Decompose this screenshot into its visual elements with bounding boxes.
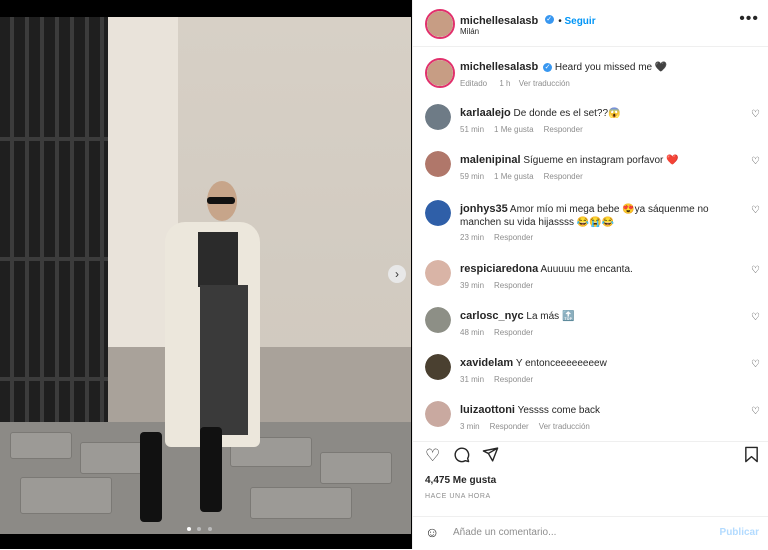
- comment-text: Y entonceeeeeeeew: [515, 358, 607, 369]
- verified-badge-icon: ✓: [544, 15, 554, 25]
- avatar-fill: [425, 307, 451, 333]
- comment-time: 39 min: [460, 281, 485, 290]
- carousel-dot: [207, 527, 212, 531]
- post-media-panel: ›: [0, 0, 412, 549]
- commenter-avatar[interactable]: [425, 104, 451, 130]
- boot-right: [200, 427, 222, 512]
- caption-edited: Editado: [460, 79, 488, 88]
- carousel-dot-active: [187, 527, 191, 531]
- add-comment-bar: ☺ Añade un comentario... Publicar: [413, 516, 768, 550]
- comment-text: Auuuuu me encanta.: [540, 264, 633, 275]
- commenter-username[interactable]: karlaalejo: [460, 107, 511, 119]
- more-options-icon[interactable]: •••: [739, 10, 759, 28]
- commenter-avatar[interactable]: [425, 307, 451, 333]
- comment-likes[interactable]: 1 Me gusta: [494, 125, 534, 134]
- post-side-panel: michellesalasb ✓ • Seguir Milán ••• mich…: [412, 0, 768, 549]
- avatar-fill: [425, 260, 451, 286]
- caption-username[interactable]: michellesalasb: [460, 61, 538, 73]
- comment-text: Yessss come back: [517, 405, 601, 416]
- commenter-avatar[interactable]: [425, 151, 451, 177]
- post-location[interactable]: Milán: [460, 27, 479, 36]
- comment-text: Sígueme en instagram porfavor ❤️: [523, 155, 679, 166]
- commenter-avatar[interactable]: [425, 354, 451, 380]
- reply-button[interactable]: Responder: [494, 233, 533, 242]
- post-photo[interactable]: [0, 17, 411, 534]
- comment-text: La más 🔝: [526, 311, 575, 322]
- post-header: michellesalasb ✓ • Seguir Milán •••: [413, 0, 768, 47]
- heart-icon[interactable]: ♡: [425, 446, 440, 466]
- heart-icon[interactable]: ♡: [751, 359, 760, 370]
- comment-time: 48 min: [460, 328, 485, 337]
- commenter-username[interactable]: luizaottoni: [460, 404, 515, 416]
- share-icon[interactable]: [482, 446, 499, 468]
- comment-time: 51 min: [460, 125, 485, 134]
- avatar-fill: [425, 200, 451, 226]
- carousel-dot: [197, 527, 202, 531]
- commenter-username[interactable]: respiciaredona: [460, 263, 538, 275]
- comment-likes[interactable]: 1 Me gusta: [494, 172, 534, 181]
- reply-button[interactable]: Responder: [494, 281, 533, 290]
- chevron-right-icon[interactable]: ›: [388, 265, 406, 283]
- patterned-pants: [200, 285, 248, 435]
- comment-time: 3 min: [460, 422, 480, 431]
- post-actions: ♡ 4,475 Me gusta HACE UNA HORA: [413, 441, 768, 508]
- comment-time: 23 min: [460, 233, 485, 242]
- commenter-avatar[interactable]: [425, 200, 451, 226]
- publish-button[interactable]: Publicar: [720, 527, 759, 538]
- comment-time: 59 min: [460, 172, 485, 181]
- caption-text: Heard you missed me 🖤: [554, 62, 668, 73]
- like-count[interactable]: 4,475 Me gusta: [425, 475, 496, 486]
- author-username[interactable]: michellesalasb: [460, 15, 538, 27]
- caption-time: 1 h: [499, 79, 511, 88]
- avatar-fill: [425, 151, 451, 177]
- reply-button[interactable]: Responder: [494, 328, 533, 337]
- reply-button[interactable]: Responder: [544, 125, 583, 134]
- heart-icon[interactable]: ♡: [751, 205, 760, 216]
- reply-button[interactable]: Responder: [490, 422, 529, 431]
- iron-gate: [0, 17, 108, 427]
- commenter-username[interactable]: xavidelam: [460, 357, 513, 369]
- heart-icon[interactable]: ♡: [751, 312, 760, 323]
- caption-translate-link[interactable]: Ver traducción: [519, 79, 570, 88]
- heart-icon[interactable]: ♡: [751, 406, 760, 417]
- carousel-dots: [186, 518, 213, 536]
- translate-link[interactable]: Ver traducción: [539, 422, 590, 431]
- verified-badge-icon: ✓: [543, 62, 553, 72]
- bookmark-icon[interactable]: [744, 446, 759, 468]
- avatar-fill: [425, 354, 451, 380]
- avatar-fill: [425, 104, 451, 130]
- comment-input[interactable]: Añade un comentario...: [453, 527, 556, 538]
- commenter-username[interactable]: malenipinal: [460, 154, 521, 166]
- author-avatar[interactable]: [425, 9, 455, 39]
- boot-left: [140, 432, 162, 522]
- commenter-username[interactable]: carlosc_nyc: [460, 310, 524, 322]
- comment-text: De donde es el set??😱: [513, 108, 621, 119]
- comment-icon[interactable]: [453, 446, 470, 468]
- reply-button[interactable]: Responder: [544, 172, 583, 181]
- sunglasses: [207, 197, 235, 204]
- posted-time: HACE UNA HORA: [425, 493, 491, 500]
- commenter-username[interactable]: jonhys35: [460, 203, 508, 215]
- heart-icon[interactable]: ♡: [751, 156, 760, 167]
- caption-avatar[interactable]: [425, 58, 455, 88]
- emoji-icon[interactable]: ☺: [425, 524, 439, 540]
- avatar-fill: [425, 401, 451, 427]
- commenter-avatar[interactable]: [425, 401, 451, 427]
- crop-top: [198, 232, 238, 287]
- comments-list[interactable]: michellesalasb ✓ Heard you missed me 🖤 E…: [413, 46, 768, 441]
- heart-icon[interactable]: ♡: [751, 109, 760, 120]
- commenter-avatar[interactable]: [425, 260, 451, 286]
- reply-button[interactable]: Responder: [494, 375, 533, 384]
- comment-time: 31 min: [460, 375, 485, 384]
- follow-button[interactable]: Seguir: [564, 16, 595, 27]
- heart-icon[interactable]: ♡: [751, 265, 760, 276]
